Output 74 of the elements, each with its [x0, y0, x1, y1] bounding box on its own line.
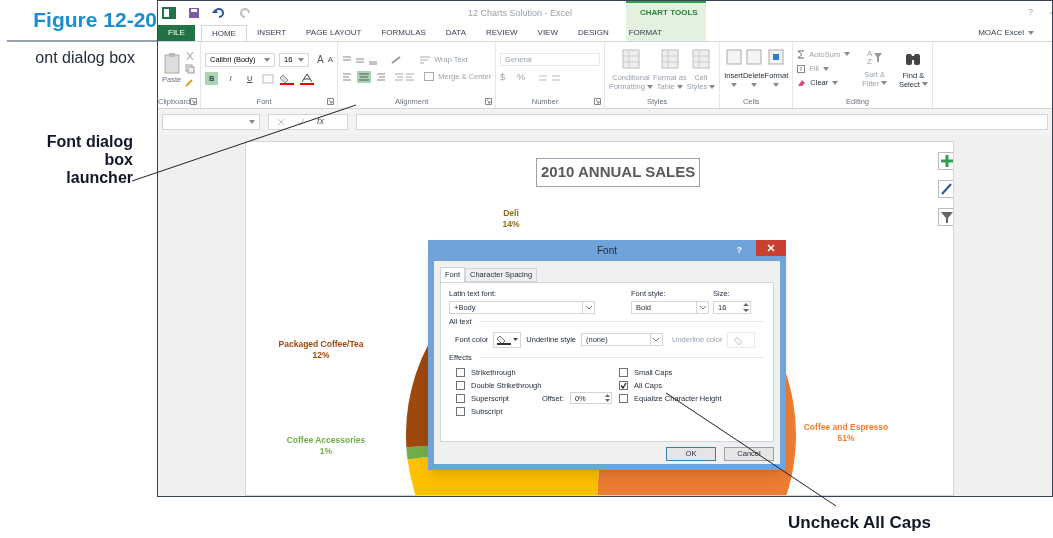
checkbox[interactable]: [619, 367, 628, 377]
ribbon-tab[interactable]: INSERT: [246, 25, 297, 41]
sort-letter: Z: [866, 57, 873, 66]
formula-buttons[interactable]: fx: [268, 114, 348, 130]
brush-icon[interactable]: [185, 76, 196, 87]
checkbox[interactable]: [619, 393, 628, 403]
ribbon-tab[interactable]: FORMAT: [618, 25, 672, 41]
figure-number: Figure 12-20: [33, 8, 157, 31]
checkbox[interactable]: [456, 393, 465, 403]
text-align-icon[interactable]: [342, 70, 387, 83]
data-label: Coffee and Espresso 51%: [802, 422, 890, 444]
funnel-icon[interactable]: [874, 52, 883, 63]
sum-icon[interactable]: [797, 49, 806, 59]
chart-title[interactable]: 2010 ANNUAL SALES: [536, 158, 701, 187]
chart-styles-brush-icon[interactable]: [938, 180, 953, 198]
paint-bucket-icon[interactable]: [496, 334, 511, 345]
clipboard-icon[interactable]: [162, 51, 181, 74]
eraser-icon[interactable]: [797, 78, 807, 87]
data-label: Deli 14%: [501, 208, 521, 230]
cut-icon[interactable]: [185, 50, 196, 61]
ribbon-tab[interactable]: DESIGN: [568, 25, 619, 41]
window-title: 12 Charts Solution - Excel: [468, 7, 573, 20]
checkbox[interactable]: [456, 406, 465, 416]
dialog-launcher-icon[interactable]: [594, 98, 602, 105]
excel-icon[interactable]: [162, 7, 176, 19]
spinner-icon[interactable]: [742, 302, 750, 314]
chart-elements-icon[interactable]: [938, 152, 953, 170]
checkbox[interactable]: [619, 380, 628, 390]
fill-color-icon[interactable]: [280, 72, 295, 85]
chart-filter-icon[interactable]: [938, 208, 953, 226]
data-label: Coffee Accessories 1%: [285, 435, 367, 457]
copy-icon[interactable]: [185, 63, 196, 74]
checkbox[interactable]: [456, 380, 465, 390]
figure-caption: ont dialog box: [35, 47, 136, 68]
account-name[interactable]: MOAC Excel: [978, 27, 1024, 39]
dialog-title: Font: [597, 244, 617, 258]
sort-letter: A: [866, 49, 873, 58]
ribbon-tab[interactable]: HOME: [200, 25, 247, 41]
dropdown-icon[interactable]: [653, 337, 660, 342]
cells-icon[interactable]: [767, 47, 786, 67]
check-icon[interactable]: [297, 118, 305, 126]
ribbon-tab[interactable]: VIEW: [527, 25, 568, 41]
undo-icon[interactable]: [212, 7, 226, 19]
callout-text: Uncheck All Caps: [788, 512, 931, 534]
ribbon-tab[interactable]: FILE: [158, 25, 195, 41]
dialog-launcher-icon[interactable]: [327, 98, 335, 105]
contextual-group-label: CHART TOOLS: [640, 7, 698, 19]
dropdown-icon[interactable]: [585, 305, 592, 310]
callout-text: Font dialog box launcher: [45, 132, 133, 187]
dropdown-icon[interactable]: [699, 305, 706, 310]
fill-down-icon[interactable]: [797, 64, 806, 73]
ribbon-tab[interactable]: PAGE LAYOUT: [296, 25, 372, 41]
dialog-launcher-icon[interactable]: [190, 98, 198, 105]
spinner-icon[interactable]: [603, 393, 611, 404]
grow-font-button[interactable]: A: [317, 52, 324, 67]
ribbon-tab[interactable]: REVIEW: [476, 25, 528, 41]
cells-icon[interactable]: [724, 47, 743, 67]
close-icon[interactable]: [767, 244, 775, 252]
merge-icon[interactable]: [424, 72, 435, 82]
cells-icon[interactable]: [744, 47, 763, 67]
font-color-icon[interactable]: [300, 72, 315, 85]
shrink-font-button[interactable]: A: [327, 53, 334, 66]
formula-field[interactable]: [356, 114, 1048, 130]
ribbon-tab[interactable]: FORMULAS: [371, 25, 436, 41]
font-color-button[interactable]: [493, 331, 522, 348]
cancel-icon[interactable]: [277, 118, 285, 126]
dialog-launcher-icon[interactable]: [485, 98, 493, 105]
ribbon-tab[interactable]: DATA: [435, 25, 476, 41]
data-label: Packaged Coffee/Tea 12%: [277, 339, 365, 361]
save-icon[interactable]: [188, 7, 200, 19]
redo-icon[interactable]: [238, 7, 252, 19]
close-button[interactable]: [756, 240, 786, 256]
checkbox[interactable]: [456, 367, 465, 377]
dropdown-icon[interactable]: [512, 338, 518, 341]
